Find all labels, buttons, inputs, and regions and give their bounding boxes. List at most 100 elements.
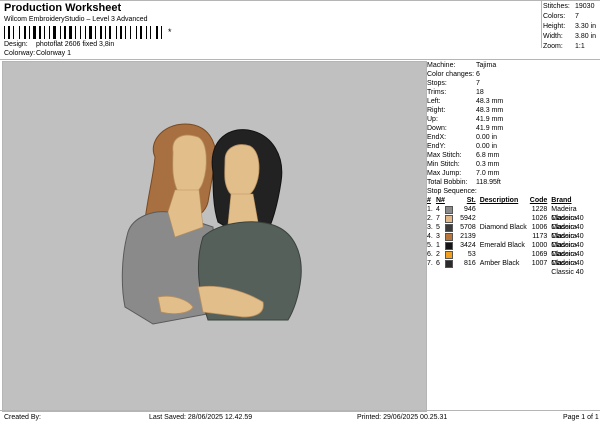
row-brand: Madeira Classic 40 bbox=[551, 206, 584, 222]
info-label: Total Bobbin: bbox=[427, 179, 468, 186]
row-stop: 3 bbox=[435, 233, 440, 240]
color-swatch bbox=[444, 232, 454, 241]
row-brand: Madeira Classic 40 bbox=[551, 233, 584, 249]
row-code: 1006 bbox=[531, 224, 548, 231]
info-label: Up: bbox=[427, 116, 438, 123]
machine-info-row: Color changes: 6 bbox=[427, 70, 599, 79]
info-label: Color changes: bbox=[427, 71, 475, 78]
info-value: 48.3 mm bbox=[476, 107, 504, 114]
stat-row: Height: 3.30 in bbox=[543, 22, 598, 32]
info-value: 48.3 mm bbox=[476, 98, 504, 105]
info-label: EndY: bbox=[427, 143, 446, 150]
stat-value: 19030 bbox=[575, 3, 595, 10]
header-swatch bbox=[445, 196, 454, 205]
color-swatch bbox=[444, 241, 454, 250]
machine-info-row: Max Jump: 7.0 mm bbox=[427, 169, 599, 178]
row-stop: 4 bbox=[435, 206, 440, 213]
row-idx: 7. bbox=[427, 260, 433, 267]
header-stop: N# bbox=[435, 197, 445, 204]
footer-printed: Printed: 29/06/2025 00.25.31 bbox=[357, 414, 448, 421]
info-value: 41.9 mm bbox=[476, 125, 504, 132]
machine-info-row: Min Stitch: 0.3 mm bbox=[427, 160, 599, 169]
row-stop: 1 bbox=[435, 242, 440, 249]
row-thread-number: 53 bbox=[467, 251, 476, 258]
stop-sequence-header: # N# St. Description Code Brand bbox=[427, 196, 599, 205]
row-code: 1173 bbox=[532, 233, 548, 240]
row-brand: Madeira Classic 40 bbox=[551, 242, 584, 258]
footer-created: Created By: bbox=[4, 414, 41, 421]
row-thread-number: 2139 bbox=[460, 233, 476, 240]
colorway-value: Colorway 1 bbox=[36, 50, 72, 57]
machine-info-row: Machine: Tajima bbox=[427, 61, 599, 70]
row-stop: 2 bbox=[435, 251, 440, 258]
row-idx: 5. bbox=[427, 242, 433, 249]
barcode-suffix: * bbox=[168, 27, 172, 37]
header-st: St. bbox=[466, 197, 476, 204]
info-label: Machine: bbox=[427, 62, 456, 69]
stats-divider bbox=[541, 0, 542, 48]
info-label: Left: bbox=[427, 98, 441, 105]
row-code: 1228 bbox=[531, 206, 548, 213]
machine-info-row: Left: 48.3 mm bbox=[427, 97, 599, 106]
barcode bbox=[4, 26, 162, 39]
machine-info-row: Up: 41.9 mm bbox=[427, 115, 599, 124]
row-code: 1026 bbox=[531, 215, 548, 222]
row-stop: 7 bbox=[435, 215, 440, 222]
info-label: Down: bbox=[427, 125, 447, 132]
info-value: 0.00 in bbox=[476, 143, 498, 150]
row-code: 1000 bbox=[531, 242, 548, 249]
row-brand: Madeira Classic 40 bbox=[551, 224, 584, 240]
row-idx: 4. bbox=[427, 233, 433, 240]
info-label: Min Stitch: bbox=[427, 161, 460, 168]
color-swatch bbox=[444, 214, 454, 223]
stop-sequence-row: 3. 5 5708 Diamond Black 1006 Madeira Classic … bbox=[427, 223, 599, 240]
stat-label: Width: bbox=[543, 33, 563, 40]
row-thread-number: 946 bbox=[464, 206, 476, 213]
row-code: 1007 bbox=[531, 260, 548, 267]
color-swatch bbox=[444, 259, 454, 268]
design-value: photoflat 2606 fixed 3,8in bbox=[36, 41, 115, 48]
machine-info-row: Stops: 7 bbox=[427, 79, 599, 88]
info-label: EndX: bbox=[427, 134, 447, 141]
footer-page: Page 1 of 1 bbox=[563, 414, 599, 421]
stop-sequence-row: 6. 2 53 1069 Madeira Classic 40 bbox=[427, 250, 599, 267]
row-brand: Madeira Classic 40 bbox=[551, 260, 584, 276]
stat-value: 3.80 in bbox=[575, 33, 597, 40]
row-brand: Madeira Classic 40 bbox=[551, 215, 584, 231]
row-idx: 6. bbox=[427, 251, 433, 258]
info-value: 0.00 in bbox=[476, 134, 498, 141]
top-border bbox=[0, 0, 600, 1]
row-idx: 2. bbox=[427, 215, 433, 222]
color-swatch bbox=[444, 250, 454, 259]
stop-sequence-row: 5. 1 3424 Emerald Black 1000 Madeira Classic … bbox=[427, 241, 599, 258]
info-value: 0.3 mm bbox=[476, 161, 500, 168]
info-label: Max Stitch: bbox=[427, 152, 462, 159]
row-thread-number: 5942 bbox=[460, 215, 476, 222]
row-thread-number: 816 bbox=[464, 260, 476, 267]
stat-label: Zoom: bbox=[543, 43, 563, 50]
row-description: Amber Black bbox=[479, 260, 520, 267]
row-description bbox=[480, 214, 528, 223]
stop-sequence-row: 2. 7 5942 1026 Madeira Classic 40 bbox=[427, 214, 599, 231]
info-label: Trims: bbox=[427, 89, 447, 96]
row-description: Diamond Black bbox=[479, 224, 527, 231]
info-panel: Machine: Tajima Color changes: 6 Stops: 7 Trim… bbox=[427, 61, 599, 276]
row-description bbox=[480, 232, 528, 241]
stat-value: 7 bbox=[575, 13, 579, 20]
footer-last-saved: Last Saved: 28/06/2025 12.42.59 bbox=[149, 414, 253, 421]
colorway-label: Colorway: bbox=[4, 50, 36, 57]
info-value: 7.0 mm bbox=[476, 170, 500, 177]
info-value: 118.95ft bbox=[476, 179, 501, 186]
info-label: Right: bbox=[427, 107, 446, 114]
stat-value: 3.30 in bbox=[575, 23, 597, 30]
info-value: 18 bbox=[476, 89, 484, 96]
row-thread-number: 3424 bbox=[460, 242, 476, 249]
row-description bbox=[480, 205, 528, 214]
page-title: Production Worksheet bbox=[4, 2, 122, 14]
machine-info-row: Down: 41.9 mm bbox=[427, 124, 599, 133]
design-info: Design: photoflat 2606 fixed 3,8in Colorw… bbox=[4, 40, 114, 58]
right-neck bbox=[227, 193, 259, 225]
header-divider bbox=[0, 59, 600, 60]
info-value: Tajima bbox=[476, 62, 497, 69]
stat-row: Stitches: 19030 bbox=[543, 2, 598, 12]
